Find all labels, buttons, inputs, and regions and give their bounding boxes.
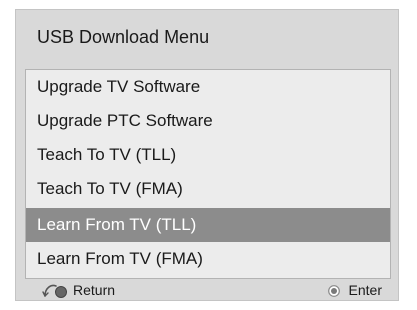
- menu-item-label: Upgrade TV Software: [37, 77, 201, 96]
- enter-icon: [327, 284, 340, 297]
- menu-item-learn-from-tv-tll[interactable]: Learn From TV (TLL): [26, 208, 390, 242]
- usb-download-menu-dialog: USB Download Menu Upgrade TV Software Up…: [15, 9, 399, 301]
- enter-hint[interactable]: Enter: [327, 280, 382, 300]
- menu-item-label: Learn From TV (FMA): [37, 249, 203, 268]
- menu-item-learn-from-tv-fma[interactable]: Learn From TV (FMA): [26, 242, 390, 276]
- menu-item-label: Learn From TV (TLL): [37, 215, 197, 234]
- menu-item-label: Upgrade PTC Software: [37, 111, 213, 130]
- menu-item-upgrade-ptc-software[interactable]: Upgrade PTC Software: [26, 104, 390, 138]
- return-label: Return: [73, 282, 116, 298]
- menu-item-teach-to-tv-tll[interactable]: Teach To TV (TLL): [26, 138, 390, 172]
- menu-title: USB Download Menu: [37, 27, 210, 47]
- menu-item-upgrade-tv-software[interactable]: Upgrade TV Software: [26, 70, 390, 104]
- enter-label: Enter: [348, 282, 382, 298]
- menu-item-label: Teach To TV (TLL): [37, 145, 177, 164]
- menu-list: Upgrade TV Software Upgrade PTC Software…: [25, 69, 391, 279]
- menu-item-teach-to-tv-fma[interactable]: Teach To TV (FMA): [26, 172, 390, 206]
- menu-item-label: Teach To TV (FMA): [37, 179, 183, 198]
- footer-hint-bar: Return Enter: [16, 279, 398, 301]
- return-hint[interactable]: Return: [42, 280, 115, 300]
- return-icon: [42, 282, 69, 298]
